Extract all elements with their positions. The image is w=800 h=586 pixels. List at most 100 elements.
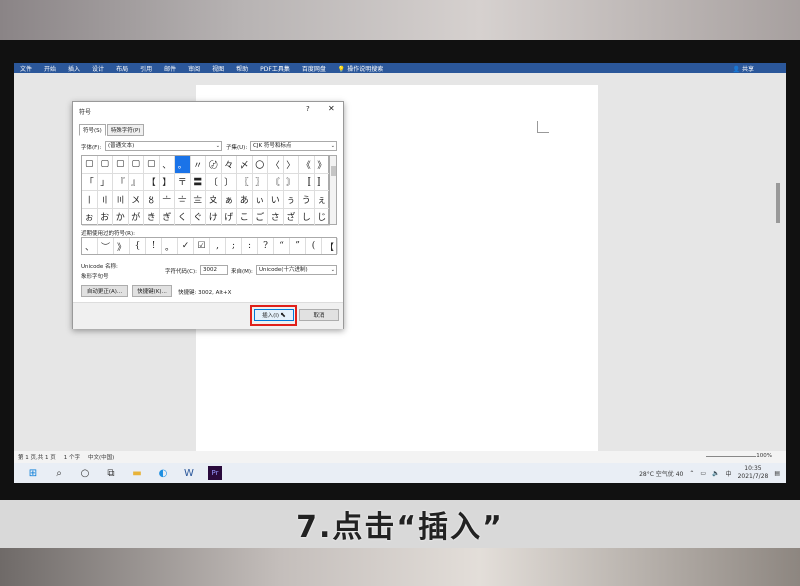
symbol-cell[interactable]: 々: [221, 156, 237, 174]
shortcut-key-button[interactable]: 快捷键(K)...: [132, 285, 172, 297]
symbol-cell[interactable]: ご: [252, 208, 268, 226]
ribbon-tab-references[interactable]: 引用: [140, 64, 152, 73]
symbol-cell[interactable]: 〨: [190, 191, 206, 209]
recent-symbol-cell[interactable]: “: [274, 238, 290, 254]
symbol-cell[interactable]: 〧: [175, 191, 191, 209]
char-code-input[interactable]: 3002: [200, 265, 228, 275]
recent-symbol-cell[interactable]: 》: [114, 238, 130, 254]
symbol-cell[interactable]: 〚: [299, 173, 315, 191]
symbol-cell[interactable]: 『: [113, 173, 129, 191]
recent-symbol-cell[interactable]: 。: [162, 238, 178, 254]
recent-symbol-cell[interactable]: ☑: [194, 238, 210, 254]
network-icon[interactable]: ▭: [700, 470, 706, 477]
symbol-cell[interactable]: こ: [237, 208, 253, 226]
symbol-cell[interactable]: ぃ: [252, 191, 268, 209]
ribbon-tab-file[interactable]: 文件: [20, 64, 32, 73]
volume-icon[interactable]: 🔈: [712, 470, 719, 477]
symbol-cell[interactable]: ざ: [283, 208, 299, 226]
symbol-cell[interactable]: ▢: [113, 156, 129, 174]
ribbon-tab-review[interactable]: 审阅: [188, 64, 200, 73]
symbol-cell[interactable]: ▢: [144, 156, 160, 174]
symbol-cell[interactable]: 《: [299, 156, 315, 174]
symbol-cell[interactable]: ▢: [128, 156, 144, 174]
windows-start-icon[interactable]: ⊞: [26, 466, 40, 480]
symbol-cell[interactable]: 〥: [144, 191, 160, 209]
symbol-cell[interactable]: ▢: [82, 156, 98, 174]
symbol-cell[interactable]: 〢: [97, 191, 113, 209]
symbol-cell[interactable]: し: [299, 208, 315, 226]
symbol-cell[interactable]: 〩: [206, 191, 222, 209]
symbol-cell[interactable]: ぅ: [283, 191, 299, 209]
symbol-cell[interactable]: く: [175, 208, 191, 226]
ribbon-tab-baidu[interactable]: 百度网盘: [302, 64, 326, 73]
symbol-cell[interactable]: 〆: [237, 156, 253, 174]
symbol-cell[interactable]: じ: [314, 208, 330, 226]
symbol-cell[interactable]: 》: [314, 156, 330, 174]
symbol-cell[interactable]: 〖: [237, 173, 253, 191]
symbol-cell[interactable]: 〤: [128, 191, 144, 209]
symbol-cell[interactable]: 〄: [206, 156, 222, 174]
symbol-cell[interactable]: が: [128, 208, 144, 226]
symbol-cell[interactable]: ぉ: [82, 208, 98, 226]
ribbon-tab-layout[interactable]: 布局: [116, 64, 128, 73]
recent-symbol-cell[interactable]: ✓: [178, 238, 194, 254]
document-scrollbar[interactable]: [776, 183, 780, 223]
search-icon[interactable]: ⌕: [52, 466, 66, 480]
recent-symbol-cell[interactable]: (: [306, 238, 322, 254]
ribbon-tab-view[interactable]: 视图: [212, 64, 224, 73]
recent-symbol-cell[interactable]: ,: [210, 238, 226, 254]
help-icon[interactable]: ?: [306, 105, 310, 113]
recent-symbol-cell[interactable]: ?: [258, 238, 274, 254]
recent-symbol-cell[interactable]: ;: [226, 238, 242, 254]
clock[interactable]: 10:35 2021/7/28: [738, 465, 769, 481]
symbol-cell[interactable]: 」: [97, 173, 113, 191]
symbol-cell[interactable]: 〓: [190, 173, 206, 191]
share-button[interactable]: 👤 共享: [733, 64, 766, 73]
ribbon-search[interactable]: 💡 操作说明搜索: [338, 64, 395, 73]
symbol-cell[interactable]: 〛: [314, 173, 330, 191]
recent-symbol-cell[interactable]: {: [130, 238, 146, 254]
symbol-cell[interactable]: お: [97, 208, 113, 226]
ribbon-tab-help[interactable]: 帮助: [236, 64, 248, 73]
symbol-cell[interactable]: 〡: [82, 191, 98, 209]
symbol-cell[interactable]: 「: [82, 173, 98, 191]
symbol-cell[interactable]: 〒: [175, 173, 191, 191]
font-select[interactable]: (普通文本) ⌄: [105, 141, 222, 151]
symbol-cell[interactable]: 〈: [268, 156, 284, 174]
recent-symbol-cell[interactable]: 【: [322, 238, 338, 254]
tab-special-characters[interactable]: 特殊字符(P): [106, 124, 145, 136]
word-icon[interactable]: W: [182, 466, 196, 480]
symbol-cell[interactable]: ぐ: [190, 208, 206, 226]
symbol-cell[interactable]: ぎ: [159, 208, 175, 226]
symbol-cell[interactable]: う: [299, 191, 315, 209]
recent-symbol-cell[interactable]: ︶: [98, 238, 114, 254]
premiere-icon[interactable]: Pr: [208, 466, 222, 480]
ribbon-tab-mailings[interactable]: 邮件: [164, 64, 176, 73]
cancel-button[interactable]: 取消: [299, 309, 339, 321]
symbol-cell[interactable]: 〘: [268, 173, 284, 191]
symbol-cell[interactable]: け: [206, 208, 222, 226]
symbol-cell[interactable]: き: [144, 208, 160, 226]
symbol-cell[interactable]: 〗: [252, 173, 268, 191]
symbol-cell[interactable]: 〣: [113, 191, 129, 209]
file-explorer-icon[interactable]: ▬: [130, 466, 144, 480]
from-select[interactable]: Unicode(十六进制) ⌄: [256, 265, 337, 275]
symbol-cell[interactable]: 〔: [206, 173, 222, 191]
symbol-cell[interactable]: ぇ: [314, 191, 330, 209]
symbol-cell[interactable]: さ: [268, 208, 284, 226]
ribbon-tab-insert[interactable]: 插入: [68, 64, 80, 73]
recent-symbol-cell[interactable]: !: [146, 238, 162, 254]
symbol-cell[interactable]: 〇: [252, 156, 268, 174]
subset-select[interactable]: CJK 符号和标点 ⌄: [250, 141, 337, 151]
zoom-slider[interactable]: [706, 456, 756, 457]
symbol-cell[interactable]: ぁ: [221, 191, 237, 209]
symbol-cell[interactable]: 、: [159, 156, 175, 174]
symbol-cell[interactable]: い: [268, 191, 284, 209]
symbol-cell[interactable]: 〦: [159, 191, 175, 209]
recent-symbol-cell[interactable]: :: [242, 238, 258, 254]
symbol-cell[interactable]: あ: [237, 191, 253, 209]
symbol-cell[interactable]: 〉: [283, 156, 299, 174]
zoom-level[interactable]: 100%: [756, 453, 772, 459]
task-view-icon[interactable]: ⧉: [104, 466, 118, 480]
symbol-cell[interactable]: か: [113, 208, 129, 226]
